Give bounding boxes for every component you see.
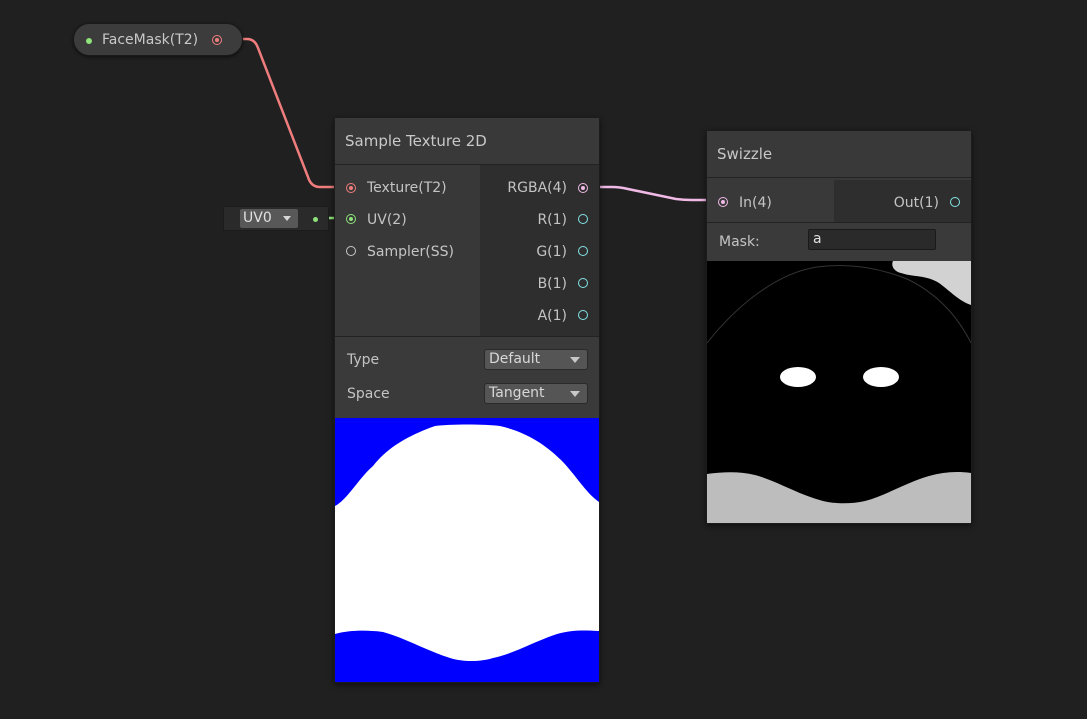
out-output-label: Out(1) xyxy=(893,195,939,211)
inputs-pane: Texture(T2) UV(2) Sampler(SS) xyxy=(335,165,480,336)
sampler-input-label: Sampler(SS) xyxy=(367,244,454,260)
node-title-bar[interactable]: Sample Texture 2D xyxy=(335,118,599,165)
b-output-label: B(1) xyxy=(537,276,567,292)
a-output-label: A(1) xyxy=(537,308,567,324)
property-node-label: FaceMask(T2) xyxy=(102,32,199,48)
a-output-port[interactable] xyxy=(578,310,588,320)
facemask-property-node[interactable]: FaceMask(T2) xyxy=(73,23,243,56)
mask-input[interactable]: a xyxy=(808,229,936,250)
swizzle-node[interactable]: Swizzle In(4) Out(1) Mask: a xyxy=(706,130,972,524)
texture-input-port[interactable] xyxy=(346,183,356,193)
out-output-port[interactable] xyxy=(950,197,960,207)
node-settings: Type Default Space Tangent xyxy=(335,336,599,418)
texture-preview xyxy=(335,418,599,682)
sampler-input-port[interactable] xyxy=(346,246,356,256)
uv-connector-dot-icon xyxy=(313,217,318,222)
mask-value: a xyxy=(813,231,822,247)
chevron-down-icon xyxy=(570,357,580,363)
rgba-output-label: RGBA(4) xyxy=(507,180,567,196)
uv-input-port[interactable] xyxy=(346,214,356,224)
in-input-port[interactable] xyxy=(718,197,728,207)
mask-label: Mask: xyxy=(719,234,760,250)
g-output-label: G(1) xyxy=(536,244,567,260)
type-value: Default xyxy=(489,351,541,367)
inputs-pane: In(4) xyxy=(707,180,834,222)
rgba-to-in-wire xyxy=(588,185,716,202)
in-input-label: In(4) xyxy=(739,195,772,211)
g-output-port[interactable] xyxy=(578,246,588,256)
b-output-port[interactable] xyxy=(578,278,588,288)
node-title: Sample Texture 2D xyxy=(345,132,487,150)
property-output-port[interactable] xyxy=(212,35,222,45)
space-value: Tangent xyxy=(489,385,545,401)
r-output-label: R(1) xyxy=(537,212,567,228)
uv-inline-control: UV0 xyxy=(223,206,329,231)
node-title-bar[interactable]: Swizzle xyxy=(707,131,971,178)
uv-channel-dropdown[interactable]: UV0 xyxy=(240,209,298,228)
rgba-output-port[interactable] xyxy=(578,183,588,193)
node-title: Swizzle xyxy=(717,145,773,163)
uv-input-label: UV(2) xyxy=(367,212,407,228)
r-output-port[interactable] xyxy=(578,214,588,224)
texture-wire xyxy=(222,37,344,189)
uv-channel-value: UV0 xyxy=(243,210,272,226)
type-label: Type xyxy=(347,352,380,368)
chevron-down-icon xyxy=(570,391,580,397)
space-dropdown[interactable]: Tangent xyxy=(484,383,588,404)
outputs-pane: RGBA(4) R(1) G(1) B(1) A(1) xyxy=(480,165,599,336)
texture-input-label: Texture(T2) xyxy=(367,180,447,196)
sample-texture-2d-node[interactable]: Sample Texture 2D Texture(T2) UV(2) Samp… xyxy=(334,117,600,683)
type-dropdown[interactable]: Default xyxy=(484,349,588,370)
space-label: Space xyxy=(347,386,390,402)
chevron-down-icon xyxy=(283,216,291,221)
outputs-pane: Out(1) xyxy=(834,180,971,222)
swizzle-preview xyxy=(707,261,971,523)
property-exposed-dot-icon xyxy=(86,38,92,44)
